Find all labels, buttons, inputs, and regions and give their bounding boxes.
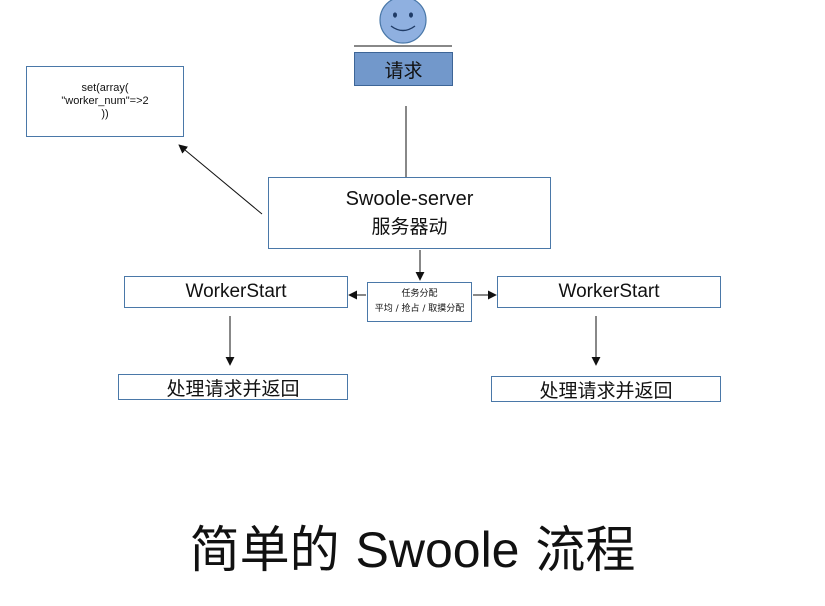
request-label: 请求: [384, 59, 423, 82]
server-name: Swoole-server: [345, 188, 474, 210]
config-line-1: set(array(: [81, 82, 129, 94]
worker-start-left: WorkerStart: [124, 276, 348, 308]
handle-request-left: 处理请求并返回: [118, 374, 348, 400]
config-line-2: "worker_num"=>2: [61, 95, 149, 107]
worker-right-label: WorkerStart: [558, 281, 660, 302]
server-subtitle: 服务器动: [371, 216, 448, 238]
caption-name: Swoole: [355, 522, 520, 578]
handle-request-right: 处理请求并返回: [491, 376, 721, 402]
worker-left-label: WorkerStart: [185, 281, 287, 302]
handle-left-label: 处理请求并返回: [166, 377, 300, 400]
dispatch-modes: 平均 / 抢占 / 取摸分配: [374, 304, 465, 314]
server-to-config-arrow: [178, 144, 263, 215]
diagram-caption: 简单的 Swoole 流程: [0, 518, 825, 582]
worker-config-note: set(array( "worker_num"=>2 )): [26, 66, 184, 137]
handle-right-label: 处理请求并返回: [539, 379, 673, 402]
caption-suffix: 流程: [535, 521, 636, 579]
request-box: 请求: [354, 52, 453, 86]
task-dispatch-box: 任务分配 平均 / 抢占 / 取摸分配: [367, 282, 472, 322]
worker-start-right: WorkerStart: [497, 276, 721, 308]
caption-prefix: 简单的: [189, 521, 340, 579]
config-line-3: )): [101, 108, 109, 120]
dispatch-title: 任务分配: [401, 289, 438, 299]
swoole-server-box: Swoole-server 服务器动: [268, 177, 551, 249]
user-face-icon: [379, 0, 427, 44]
